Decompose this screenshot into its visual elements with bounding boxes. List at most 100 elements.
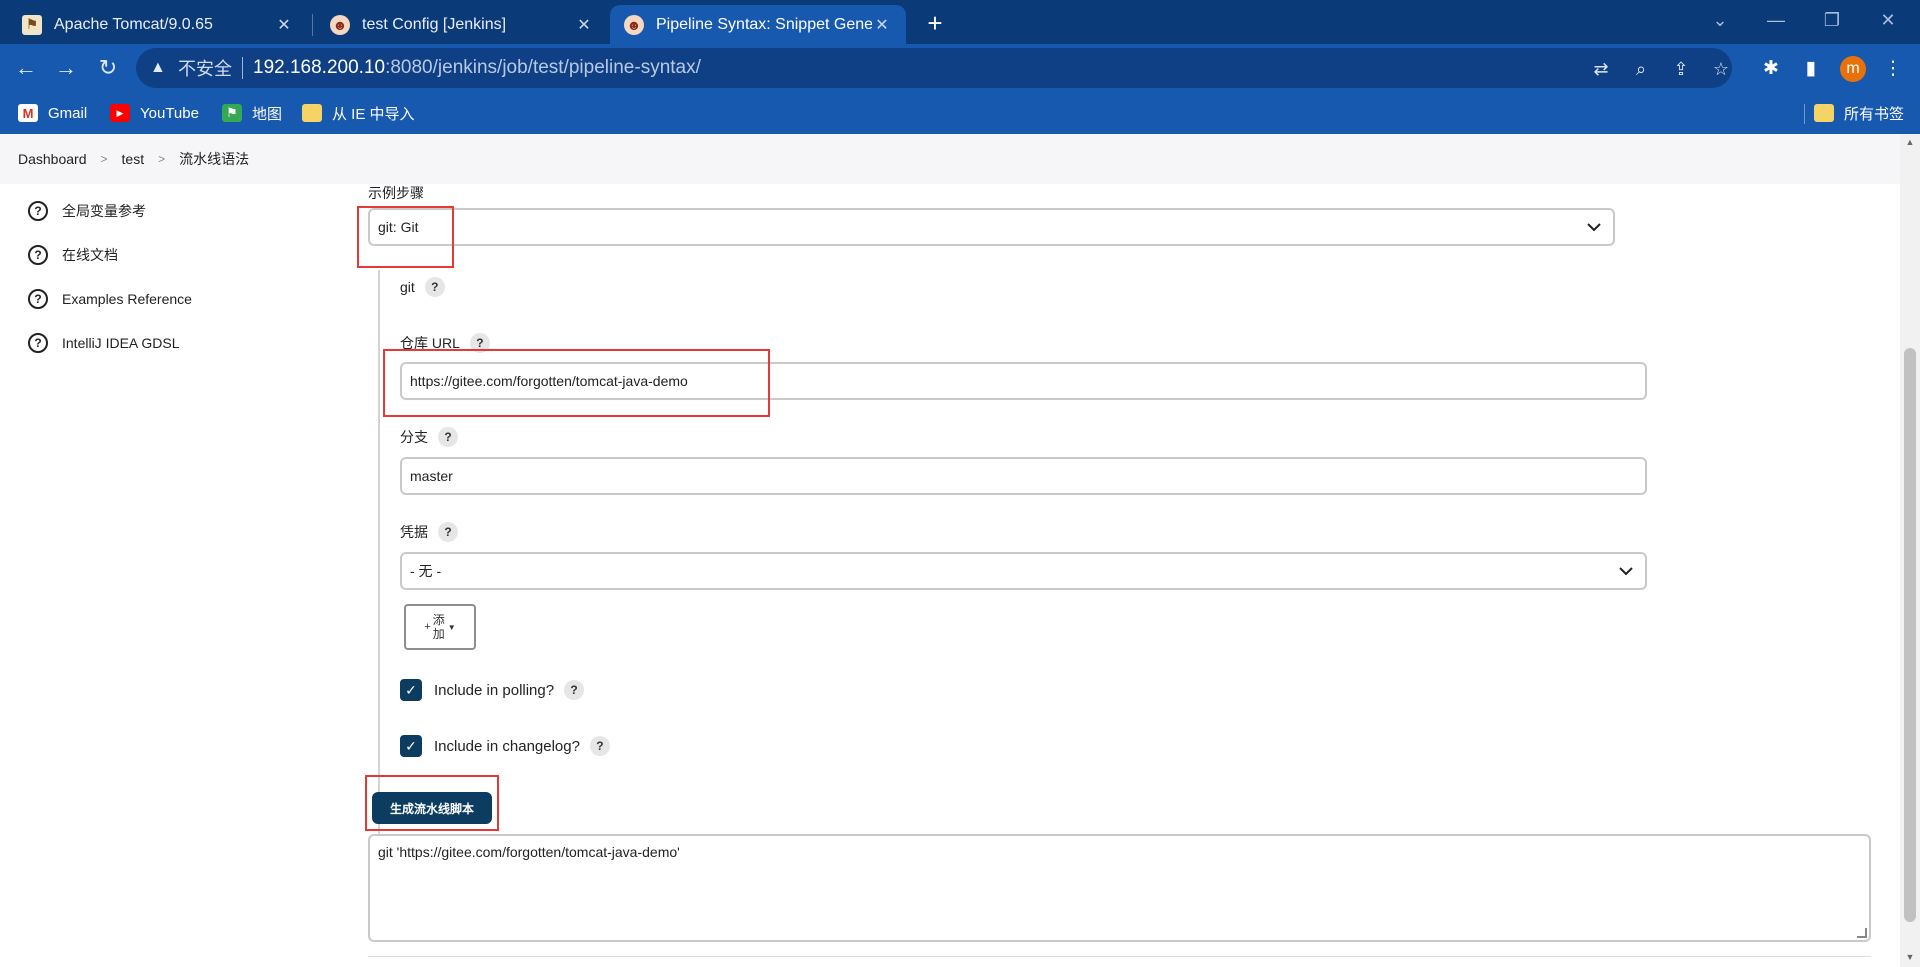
address-divider xyxy=(242,57,243,79)
bookmark-label: Gmail xyxy=(48,104,88,122)
breadcrumb-test[interactable]: test xyxy=(122,151,145,167)
share-icon[interactable]: ⇪ xyxy=(1668,56,1694,82)
sidebar-item-examples-reference[interactable]: ? Examples Reference xyxy=(28,288,192,310)
bookmark-separator xyxy=(1804,104,1805,124)
add-button-label: 添 加 xyxy=(432,613,445,641)
tab-search-icon[interactable]: ⌄ xyxy=(1692,0,1748,40)
tab-title: test Config [Jenkins] xyxy=(362,15,507,33)
sidebar-item-online-docs[interactable]: ? 在线文档 xyxy=(28,244,118,266)
zoom-icon[interactable]: ⌕ xyxy=(1628,56,1654,82)
breadcrumb: Dashboard > test > 流水线语法 xyxy=(0,134,1900,184)
sample-step-select[interactable]: git: Git xyxy=(368,208,1615,246)
resize-grip-icon[interactable] xyxy=(1857,928,1867,938)
branch-value: master xyxy=(410,468,453,484)
plus-icon: + xyxy=(424,621,431,633)
sidebar-item-label: 全局变量参考 xyxy=(62,203,146,219)
browser-toolbar: ← → ↻ ▲ 不安全 192.168.200.10 :8080/jenkins… xyxy=(0,44,1920,92)
all-bookmarks[interactable]: ▬ 所有书签 xyxy=(1814,102,1904,124)
tab-tomcat[interactable]: ⚑ Apache Tomcat/9.0.65 ✕ xyxy=(8,5,308,44)
forward-icon[interactable]: → xyxy=(50,52,82,84)
scrollbar-thumb[interactable] xyxy=(1904,348,1916,922)
close-tab-icon[interactable]: ✕ xyxy=(274,15,294,35)
sidebar-item-global-variables[interactable]: ? 全局变量参考 xyxy=(28,200,146,222)
section-divider xyxy=(368,956,1871,957)
highlight-box-sample-step xyxy=(357,206,454,268)
gmail-icon: M xyxy=(18,104,38,122)
bookmark-maps[interactable]: ⚑ 地图 xyxy=(222,102,282,124)
side-panel-icon[interactable]: ▮ xyxy=(1798,55,1824,81)
menu-icon[interactable]: ⋮ xyxy=(1880,55,1906,81)
page-scrollbar[interactable]: ▲ ▼ xyxy=(1900,134,1920,967)
close-tab-icon[interactable]: ✕ xyxy=(872,15,892,35)
url-path: :8080/jenkins/job/test/pipeline-syntax/ xyxy=(385,57,701,78)
bookmark-gmail[interactable]: M Gmail xyxy=(18,102,87,124)
help-icon[interactable]: ? xyxy=(438,522,458,542)
include-polling-row: ✓ Include in polling? ? xyxy=(400,679,585,701)
help-circle-icon: ? xyxy=(28,333,48,353)
include-changelog-checkbox[interactable]: ✓ xyxy=(400,735,422,757)
chevron-right-icon: > xyxy=(158,152,166,166)
new-tab-icon[interactable]: + xyxy=(920,8,950,38)
help-circle-icon: ? xyxy=(28,201,48,221)
bookmark-ie-import[interactable]: ▬ 从 IE 中导入 xyxy=(302,102,415,124)
generated-script-text: git 'https://gitee.com/forgotten/tomcat-… xyxy=(378,844,680,860)
generated-script-output[interactable]: git 'https://gitee.com/forgotten/tomcat-… xyxy=(368,834,1871,942)
back-icon[interactable]: ← xyxy=(10,52,42,84)
sidebar-item-label: 在线文档 xyxy=(62,247,118,263)
help-icon[interactable]: ? xyxy=(564,680,585,700)
help-icon[interactable]: ? xyxy=(589,736,610,756)
add-credentials-button[interactable]: + 添 加 ▼ xyxy=(404,604,476,650)
tab-separator xyxy=(312,14,313,36)
sidebar-item-label: Examples Reference xyxy=(62,291,192,307)
bookmark-label: 地图 xyxy=(252,105,283,123)
tomcat-icon: ⚑ xyxy=(22,14,42,35)
minimize-icon[interactable]: — xyxy=(1748,0,1804,40)
tab-pipeline-syntax[interactable]: ☻ Pipeline Syntax: Snippet Gene ✕ xyxy=(610,5,906,44)
chevron-down-icon xyxy=(1587,223,1601,232)
scroll-up-icon[interactable]: ▲ xyxy=(1904,136,1916,148)
jenkins-icon: ☻ xyxy=(330,14,350,35)
address-bar[interactable]: ▲ 不安全 192.168.200.10 :8080/jenkins/job/t… xyxy=(136,48,1732,88)
youtube-icon: ▶ xyxy=(110,104,130,122)
sample-step-label: 示例步骤 xyxy=(368,185,424,201)
bookmark-star-icon[interactable]: ☆ xyxy=(1708,56,1734,82)
bookmarks-bar: M Gmail ▶ YouTube ⚑ 地图 ▬ 从 IE 中导入 ▬ 所有书签 xyxy=(0,92,1920,134)
include-polling-checkbox[interactable]: ✓ xyxy=(400,679,422,701)
extensions-icon[interactable]: ✱ xyxy=(1758,55,1784,81)
git-label: git ? xyxy=(400,276,445,298)
help-icon[interactable]: ? xyxy=(438,427,458,447)
highlight-box-repo-url xyxy=(383,349,770,417)
jenkins-icon: ☻ xyxy=(624,14,644,35)
insecure-label: 不安全 xyxy=(178,59,232,79)
branch-input[interactable]: master xyxy=(400,457,1647,495)
highlight-box-generate-button xyxy=(365,775,499,831)
close-tab-icon[interactable]: ✕ xyxy=(574,15,594,35)
url-host: 192.168.200.10 xyxy=(253,57,386,78)
help-circle-icon: ? xyxy=(28,245,48,265)
include-changelog-label: Include in changelog? xyxy=(434,737,580,755)
translate-icon[interactable]: ⇄ xyxy=(1588,56,1614,82)
branch-label: 分支 ? xyxy=(400,426,458,448)
warning-icon[interactable]: ▲ xyxy=(150,59,170,77)
credentials-value: - 无 - xyxy=(410,563,442,579)
tab-test-config[interactable]: ☻ test Config [Jenkins] ✕ xyxy=(316,5,608,44)
breadcrumb-dashboard[interactable]: Dashboard xyxy=(18,151,87,167)
sidebar-item-label: IntelliJ IDEA GDSL xyxy=(62,335,180,351)
bookmark-label: 所有书签 xyxy=(1844,105,1905,123)
tab-strip: ⚑ Apache Tomcat/9.0.65 ✕ ☻ test Config [… xyxy=(0,0,1920,44)
reload-icon[interactable]: ↻ xyxy=(92,52,124,84)
bookmark-youtube[interactable]: ▶ YouTube xyxy=(110,102,199,124)
restore-icon[interactable]: ❐ xyxy=(1804,0,1860,40)
help-circle-icon: ? xyxy=(28,289,48,309)
maps-icon: ⚑ xyxy=(222,104,242,122)
chevron-down-icon xyxy=(1619,567,1633,576)
scroll-down-icon[interactable]: ▼ xyxy=(1904,951,1916,963)
caret-down-icon: ▼ xyxy=(447,622,456,632)
credentials-select[interactable]: - 无 - xyxy=(400,552,1647,590)
folder-icon: ▬ xyxy=(1814,104,1834,122)
close-window-icon[interactable]: ✕ xyxy=(1860,0,1916,40)
profile-avatar[interactable]: m xyxy=(1840,56,1866,82)
help-icon[interactable]: ? xyxy=(424,277,445,297)
breadcrumb-pipeline-syntax[interactable]: 流水线语法 xyxy=(179,149,249,169)
sidebar-item-intellij-gdsl[interactable]: ? IntelliJ IDEA GDSL xyxy=(28,332,180,354)
